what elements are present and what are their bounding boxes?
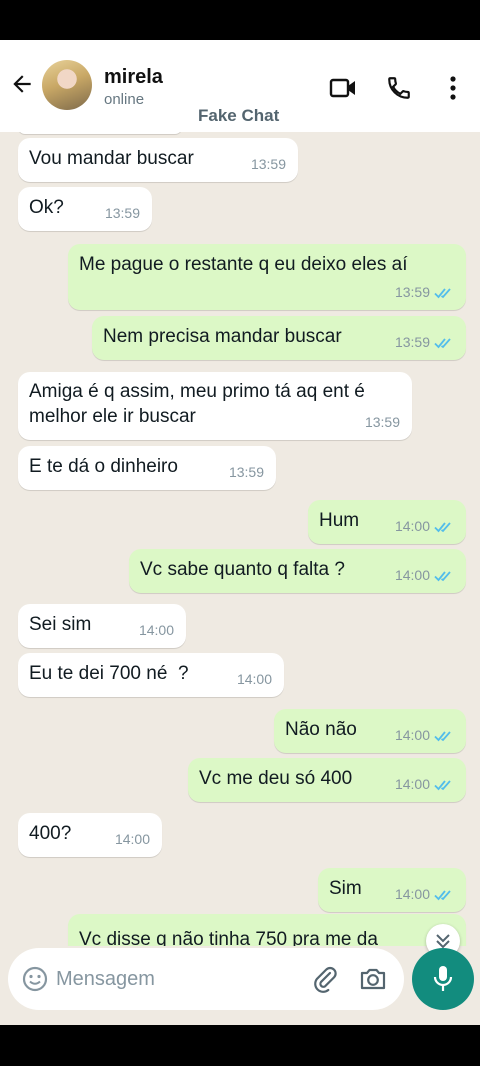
message-time: 13:59: [250, 156, 286, 172]
message-bubble[interactable]: Não não 14:00: [274, 709, 466, 753]
emoji-icon[interactable]: [20, 964, 50, 994]
message-meta: 13:59: [229, 460, 264, 485]
phone-icon: [388, 77, 410, 99]
voice-call-button[interactable]: [384, 74, 414, 102]
message-time: 13:59: [394, 284, 430, 300]
message-bubble[interactable]: Amiga é q assim, meu primo tá aq ent é m…: [18, 372, 412, 440]
message-text: 400?: [29, 823, 72, 844]
message-bubble[interactable]: Vc me deu só 400 14:00: [188, 758, 466, 802]
status-bar: [0, 0, 480, 40]
message-meta: 14:00: [395, 514, 454, 539]
message-meta: 14:00: [395, 772, 454, 797]
system-nav-bar: [0, 1025, 480, 1066]
message-text: Hum: [319, 510, 360, 531]
contact-status: online: [104, 91, 145, 108]
message-bubble[interactable]: Vou mandar buscar 13:59: [18, 138, 298, 182]
attach-icon[interactable]: [310, 964, 340, 994]
mic-icon: [433, 966, 453, 991]
message-time: 14:00: [394, 727, 430, 743]
message-text: Sim: [329, 878, 362, 899]
message-time: 13:59: [228, 464, 264, 480]
message-bubble[interactable]: Sim 14:00: [318, 868, 466, 912]
double-check-icon: [434, 337, 451, 348]
more-options-button[interactable]: [438, 74, 468, 102]
message-text: Amiga é q assim, meu primo tá aq ent é m…: [29, 381, 365, 427]
message-time: 13:59: [394, 334, 430, 350]
message-meta: 13:59: [395, 330, 454, 355]
double-check-icon: [434, 730, 451, 741]
message-bubble[interactable]: Sei sim 14:00: [18, 604, 186, 648]
message-bubble[interactable]: Ok? 13:59: [18, 187, 152, 231]
message-time: 14:00: [394, 567, 430, 583]
message-bubble[interactable]: 400? 14:00: [18, 813, 162, 857]
double-check-icon: [434, 570, 451, 581]
message-time: 14:00: [394, 518, 430, 534]
message-meta: 14:00: [237, 667, 272, 692]
message-text: Vc me deu só 400: [199, 768, 353, 789]
message-time: 14:00: [236, 671, 272, 687]
message-meta: 14:00: [115, 827, 150, 852]
message-text: Vc sabe quanto q falta ?: [140, 559, 345, 580]
message-time: 13:59: [364, 414, 400, 430]
message-text: Vc disse q não tinha 750 pra me da: [79, 929, 378, 946]
message-meta: 14:00: [395, 563, 454, 588]
watermark-label: Fake Chat: [198, 106, 280, 125]
message-meta: 14:00: [395, 723, 454, 748]
chat-screen: mirela online Fake Chat Vou mandar busca…: [0, 40, 480, 1025]
message-text: Não não: [285, 719, 357, 740]
message-bubble-partial[interactable]: Vc disse q não tinha 750 pra me da: [68, 914, 466, 946]
message-time: 14:00: [394, 886, 430, 902]
message-text: Sei sim: [29, 614, 92, 635]
double-check-icon: [434, 779, 451, 790]
contact-name[interactable]: mirela: [104, 66, 163, 89]
video-call-icon: [329, 78, 355, 98]
message-composer: [8, 948, 404, 1010]
message-input[interactable]: [56, 958, 296, 1000]
message-bubble[interactable]: E te dá o dinheiro 13:59: [18, 446, 276, 490]
message-bubble[interactable]: Vc sabe quanto q falta ? 14:00: [129, 549, 466, 593]
message-meta: 13:59: [395, 280, 454, 305]
message-bubble[interactable]: Nem precisa mandar buscar 13:59: [92, 316, 466, 360]
message-bubble[interactable]: Hum 14:00: [308, 500, 466, 544]
avatar[interactable]: [42, 60, 92, 110]
message-text: Me pague o restante q eu deixo eles aí: [79, 254, 408, 275]
message-meta: 13:59: [251, 152, 286, 177]
message-meta: 14:00: [395, 882, 454, 907]
double-check-icon: [434, 287, 451, 298]
message-time: 14:00: [114, 831, 150, 847]
more-vert-icon: [450, 76, 456, 100]
message-bubble[interactable]: Eu te dei 700 né ? 14:00: [18, 653, 284, 697]
message-text: E te dá o dinheiro: [29, 456, 178, 477]
message-meta: 13:59: [365, 410, 400, 435]
double-check-icon: [434, 521, 451, 532]
mic-button[interactable]: [412, 948, 474, 1010]
camera-icon[interactable]: [358, 964, 388, 994]
video-call-button[interactable]: [328, 74, 358, 102]
message-text: Nem precisa mandar buscar: [103, 326, 342, 347]
message-text: Vou mandar buscar: [29, 148, 194, 169]
message-meta: 14:00: [139, 618, 174, 643]
message-time: 14:00: [394, 776, 430, 792]
message-time: 14:00: [138, 622, 174, 638]
message-bubble[interactable]: Me pague o restante q eu deixo eles aí 1…: [68, 244, 466, 310]
message-text: Ok?: [29, 197, 64, 218]
message-list[interactable]: Vou mandar buscar 13:59 Ok? 13:59 Me pag…: [0, 132, 480, 946]
message-time: 13:59: [104, 205, 140, 221]
message-bubble-partial: [18, 132, 182, 134]
double-check-icon: [434, 889, 451, 900]
message-text: Eu te dei 700 né ?: [29, 663, 189, 684]
back-arrow-icon: [13, 75, 31, 93]
message-meta: 13:59: [105, 201, 140, 226]
back-button[interactable]: [6, 68, 38, 100]
